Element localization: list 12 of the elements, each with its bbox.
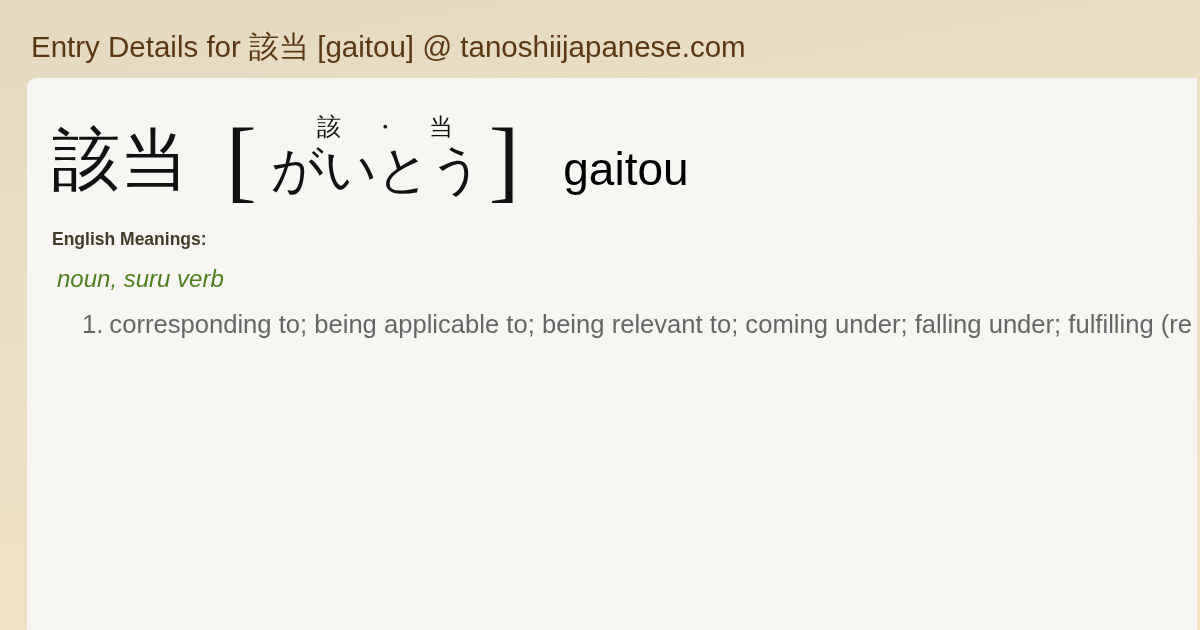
meaning-number: 1. bbox=[82, 309, 104, 339]
bracket-glyph: [ bbox=[226, 114, 257, 206]
section-heading: English Meanings: bbox=[52, 228, 207, 250]
furigana-text: 当 bbox=[428, 114, 453, 140]
kana-reading: がいとう bbox=[270, 144, 483, 196]
furigana-text: ・ bbox=[372, 114, 397, 140]
part-of-speech: noun, suru verb bbox=[57, 265, 224, 293]
meaning-text: corresponding to; being applicable to; being relevant to; coming under; falling under; fulfilling (re bbox=[109, 309, 1193, 339]
headword: 該当 bbox=[52, 126, 188, 194]
page-title: Entry Details for 該当 [gaitou] @ tanoshiijapanese.com bbox=[30, 29, 746, 65]
bracket-glyph: ] bbox=[488, 114, 520, 206]
furigana-text: 該 bbox=[316, 114, 341, 140]
